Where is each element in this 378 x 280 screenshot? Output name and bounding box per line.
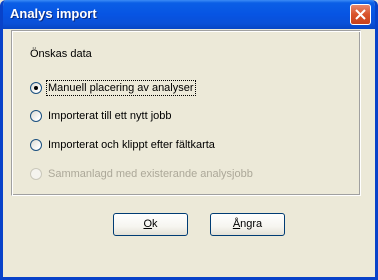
radio-merge-existing-job: Sammanlagd med existerande analysjobb [30,166,253,182]
radio-button[interactable] [30,139,42,151]
radio-manual-placement[interactable]: Manuell placering av analyser [30,80,196,96]
radio-button-disabled [30,168,42,180]
title-bar[interactable]: Analys import [3,0,375,29]
cancel-label: ngra [240,218,263,230]
radio-import-clipped-field-map[interactable]: Importerat och klippt efter fältkarta [30,137,215,153]
ok-mnemonic: O [143,218,153,230]
ok-label: k [152,218,158,230]
radio-import-new-job[interactable]: Importerat till ett nytt jobb [30,108,172,124]
window-title: Analys import [10,6,97,21]
cancel-button[interactable]: Ångra [210,213,285,236]
close-icon [355,9,366,20]
radio-button[interactable] [30,110,42,122]
ok-button[interactable]: Ok [113,213,188,236]
close-button[interactable] [350,4,371,25]
radio-label: Importerat och klippt efter fältkarta [48,139,215,151]
radio-label: Sammanlagd med existerande analysjobb [48,168,253,180]
radio-button-checked[interactable] [30,82,42,94]
radio-label: Manuell placering av analyser [46,80,196,96]
radio-label: Importerat till ett nytt jobb [48,110,172,122]
group-heading: Önskas data [30,48,92,60]
